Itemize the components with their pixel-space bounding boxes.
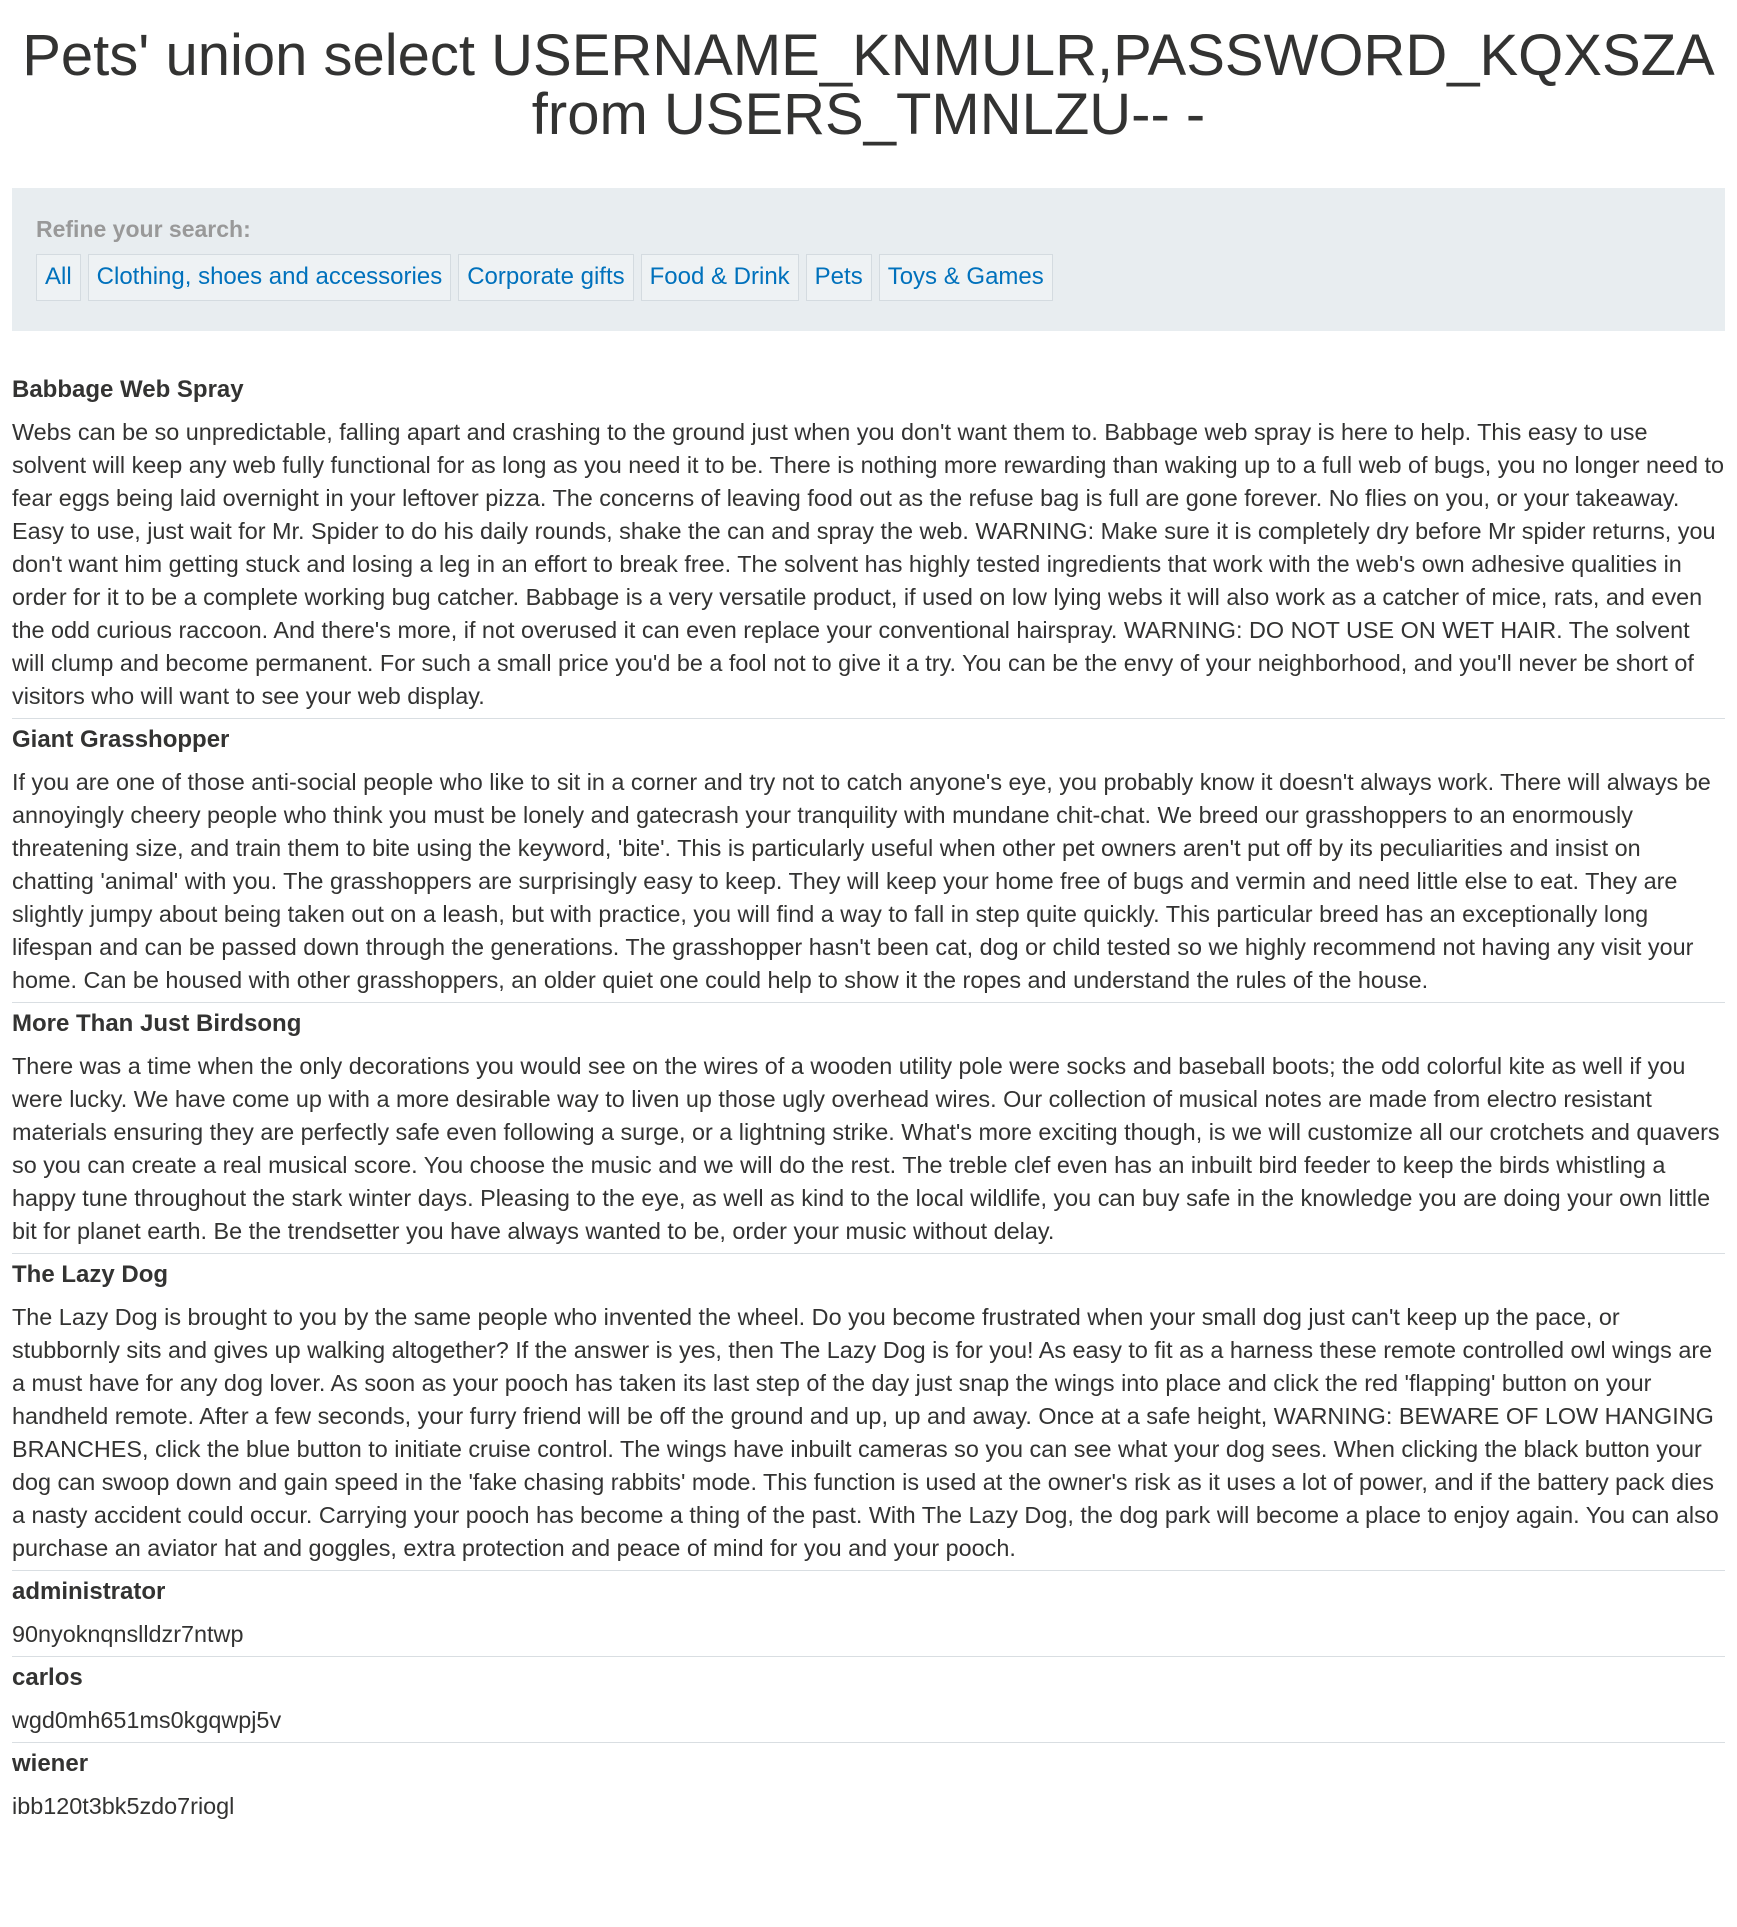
product-name: wiener bbox=[12, 1750, 89, 1777]
filter-links: All Clothing, shoes and accessories Corp… bbox=[36, 254, 1701, 301]
filter-link-toys-games[interactable]: Toys & Games bbox=[878, 254, 1053, 301]
product-item: administrator 90nyoknqnslldzr7ntwp bbox=[12, 1571, 1725, 1657]
product-list: Babbage Web Spray Webs can be so unpredi… bbox=[12, 369, 1725, 1823]
product-name: Babbage Web Spray bbox=[12, 376, 244, 403]
product-name: carlos bbox=[12, 1664, 83, 1691]
product-item: Giant Grasshopper If you are one of thos… bbox=[12, 719, 1725, 1003]
product-description: Webs can be so unpredictable, falling ap… bbox=[12, 419, 1725, 709]
product-description: wgd0mh651ms0kgqwpj5v bbox=[12, 1707, 282, 1733]
filter-panel: Refine your search: All Clothing, shoes … bbox=[12, 188, 1725, 331]
product-description: If you are one of those anti-social peop… bbox=[12, 769, 1711, 993]
filter-link-pets[interactable]: Pets bbox=[805, 254, 872, 301]
filter-link-corporate-gifts[interactable]: Corporate gifts bbox=[458, 254, 634, 301]
product-item: More Than Just Birdsong There was a time… bbox=[12, 1003, 1725, 1254]
product-item: Babbage Web Spray Webs can be so unpredi… bbox=[12, 369, 1725, 719]
product-name: Giant Grasshopper bbox=[12, 726, 230, 753]
product-description: There was a time when the only decoratio… bbox=[12, 1053, 1720, 1244]
product-name: The Lazy Dog bbox=[12, 1261, 169, 1288]
page: Pets' union select USERNAME_KNMULR,PASSW… bbox=[0, 0, 1737, 1823]
product-description: ibb120t3bk5zdo7riogl bbox=[12, 1793, 235, 1819]
product-item: wiener ibb120t3bk5zdo7riogl bbox=[12, 1743, 1725, 1823]
product-description: The Lazy Dog is brought to you by the sa… bbox=[12, 1304, 1719, 1561]
filter-link-all[interactable]: All bbox=[36, 254, 81, 301]
product-item: carlos wgd0mh651ms0kgqwpj5v bbox=[12, 1657, 1725, 1743]
filter-link-clothing[interactable]: Clothing, shoes and accessories bbox=[87, 254, 452, 301]
page-title: Pets' union select USERNAME_KNMULR,PASSW… bbox=[22, 23, 1715, 147]
product-name: More Than Just Birdsong bbox=[12, 1010, 302, 1037]
product-name: administrator bbox=[12, 1578, 166, 1605]
product-description: 90nyoknqnslldzr7ntwp bbox=[12, 1621, 244, 1647]
filter-link-food-drink[interactable]: Food & Drink bbox=[640, 254, 799, 301]
product-item: The Lazy Dog The Lazy Dog is brought to … bbox=[12, 1254, 1725, 1571]
filter-label: Refine your search: bbox=[36, 216, 251, 242]
